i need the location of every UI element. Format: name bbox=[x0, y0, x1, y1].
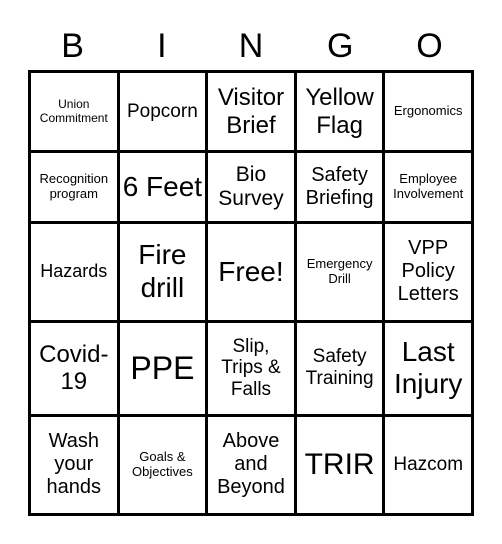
bingo-cell[interactable]: Recognition program bbox=[28, 150, 120, 224]
bingo-row: Recognition program 6 Feet Bio Survey Safet… bbox=[28, 150, 474, 224]
bingo-cell[interactable]: Popcorn bbox=[116, 69, 209, 154]
bingo-cell[interactable]: TRIR bbox=[293, 413, 386, 517]
bingo-cell[interactable]: Employee Involvement bbox=[382, 150, 474, 224]
bingo-cell[interactable]: Covid-19 bbox=[28, 319, 120, 417]
header-letter-n: N bbox=[238, 27, 264, 65]
bingo-cell[interactable]: Slip, Trips & Falls bbox=[205, 319, 297, 417]
bingo-cell[interactable]: Union Commitment bbox=[28, 69, 120, 154]
bingo-cell[interactable]: Safety Training bbox=[293, 319, 386, 417]
header-letter-o: O bbox=[416, 27, 443, 65]
bingo-cell[interactable]: Free! bbox=[205, 220, 297, 323]
bingo-grid: Union Commitment Popcorn Visitor Brief Yell… bbox=[28, 69, 474, 517]
bingo-cell[interactable]: Bio Survey bbox=[205, 150, 297, 224]
header-letter-b: B bbox=[61, 27, 84, 65]
bingo-cell[interactable]: Ergonomics bbox=[382, 69, 474, 154]
bingo-row: Union Commitment Popcorn Visitor Brief Yell… bbox=[28, 69, 474, 154]
bingo-cell[interactable]: VPP Policy Letters bbox=[382, 220, 474, 323]
bingo-cell[interactable]: Fire drill bbox=[116, 220, 209, 323]
bingo-cell[interactable]: Goals & Objectives bbox=[116, 413, 209, 517]
header-letter-g: G bbox=[326, 27, 354, 65]
bingo-cell[interactable]: 6 Feet bbox=[116, 150, 209, 224]
bingo-cell[interactable]: Safety Briefing bbox=[293, 150, 386, 224]
bingo-row: Hazards Fire drill Free! Emergency Drill VPP… bbox=[28, 220, 474, 323]
bingo-cell[interactable]: Hazcom bbox=[382, 413, 474, 517]
bingo-cell[interactable]: Above and Beyond bbox=[205, 413, 297, 517]
bingo-row: Wash your hands Goals & Objectives Above a… bbox=[28, 413, 474, 517]
bingo-cell[interactable]: Wash your hands bbox=[28, 413, 120, 517]
bingo-cell[interactable]: Yellow Flag bbox=[293, 69, 386, 154]
bingo-cell[interactable]: Last Injury bbox=[382, 319, 474, 417]
bingo-row: Covid-19 PPE Slip, Trips & Falls Safety Tra… bbox=[28, 319, 474, 417]
bingo-cell[interactable]: Emergency Drill bbox=[293, 220, 386, 323]
header-letter-i: I bbox=[157, 27, 167, 65]
bingo-cell[interactable]: Visitor Brief bbox=[205, 69, 297, 154]
bingo-header: B I N G O bbox=[28, 26, 474, 66]
bingo-cell[interactable]: Hazards bbox=[28, 220, 120, 323]
bingo-cell[interactable]: PPE bbox=[116, 319, 209, 417]
